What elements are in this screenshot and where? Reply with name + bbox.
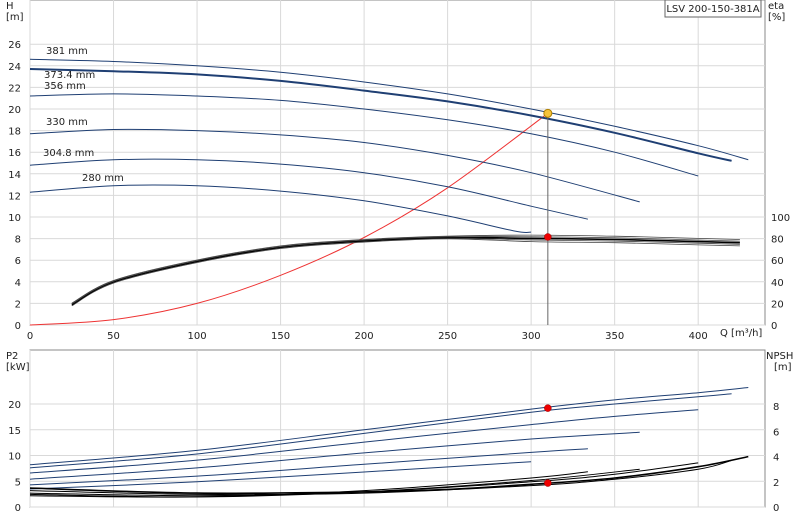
impeller-curve-label: 330 mm	[46, 117, 88, 128]
h-tick-label: 18	[8, 127, 21, 138]
h-tick-label: 14	[8, 170, 21, 181]
x-axis-label: Q [m³/h]	[720, 328, 762, 339]
power-point-marker	[544, 404, 552, 412]
x-tick-label: 300	[522, 331, 541, 342]
impeller-curve-label: 304.8 mm	[43, 148, 94, 159]
eta-tick-label: 0	[771, 321, 777, 332]
x-tick-label: 150	[271, 331, 290, 342]
npsh-tick-label: 0	[773, 503, 779, 514]
eta-axis-label-line2: [%]	[768, 12, 785, 23]
npsh-axis-label-line2: [m]	[774, 362, 792, 373]
x-tick-label: 400	[689, 331, 708, 342]
npsh-tick-label: 4	[773, 453, 779, 464]
impeller-curve-label: 373.4 mm	[44, 70, 95, 81]
h-tick-label: 10	[8, 213, 21, 224]
impeller-curve-label: 280 mm	[82, 173, 124, 184]
p2-tick-label: 0	[15, 503, 21, 514]
bottom-plot-frame	[29, 349, 766, 508]
npsh-point-marker	[544, 479, 552, 487]
eta-tick-label: 60	[771, 256, 784, 267]
h-tick-label: 2	[15, 299, 21, 310]
p2-axis-label-line1: P2	[6, 351, 18, 362]
h-tick-label: 20	[8, 105, 21, 116]
npsh-tick-label: 2	[773, 478, 779, 489]
efficiency-point-marker	[544, 233, 552, 241]
eta-tick-label: 80	[771, 235, 784, 246]
pump-performance-chart: 0 50 100 150 200 250 300 350 4000246810121416182…	[6, 0, 793, 514]
h-axis-label-line2: [m]	[6, 12, 24, 23]
npsh-axis-label-line1: NPSH	[766, 351, 793, 362]
h-tick-label: 8	[15, 235, 21, 246]
chart-title: LSV 200-150-381A	[666, 4, 759, 15]
p2-tick-label: 20	[8, 400, 21, 411]
eta-tick-label: 20	[771, 299, 784, 310]
x-tick-label: 250	[438, 331, 457, 342]
p2-tick-label: 15	[8, 426, 21, 437]
h-axis-label-line1: H	[6, 1, 14, 12]
p2-axis-label-line2: [kW]	[6, 362, 30, 373]
h-tick-label: 0	[15, 321, 21, 332]
x-tick-label: 200	[355, 331, 374, 342]
x-tick-label: 50	[107, 331, 120, 342]
h-tick-label: 12	[8, 191, 21, 202]
impeller-curve-label: 356 mm	[44, 81, 86, 92]
top-plot-frame	[29, 0, 766, 326]
h-tick-label: 6	[15, 256, 21, 267]
eta-tick-label: 40	[771, 278, 784, 289]
power-npsh-panel: 0 5 10 15 20 0 2 4 6 8	[8, 349, 779, 514]
x-tick-label: 100	[187, 331, 206, 342]
duty-point-marker	[543, 108, 553, 118]
x-tick-label: 0	[27, 331, 33, 342]
impeller-curve-label: 381 mm	[46, 46, 88, 57]
eta-tick-label: 100	[771, 213, 790, 224]
h-tick-label: 26	[8, 40, 21, 51]
h-tick-label: 16	[8, 148, 21, 159]
p2-tick-label: 5	[15, 477, 21, 488]
npsh-tick-label: 8	[773, 402, 779, 413]
head-flow-panel: 0 50 100 150 200 250 300 350 4000246810121416182…	[8, 0, 790, 342]
h-tick-label: 24	[8, 62, 21, 73]
x-tick-label: 350	[605, 331, 624, 342]
h-tick-label: 4	[15, 278, 21, 289]
npsh-tick-label: 6	[773, 427, 779, 438]
eta-axis-label-line1: eta	[768, 1, 784, 12]
p2-tick-label: 10	[8, 452, 21, 463]
h-tick-label: 22	[8, 83, 21, 94]
